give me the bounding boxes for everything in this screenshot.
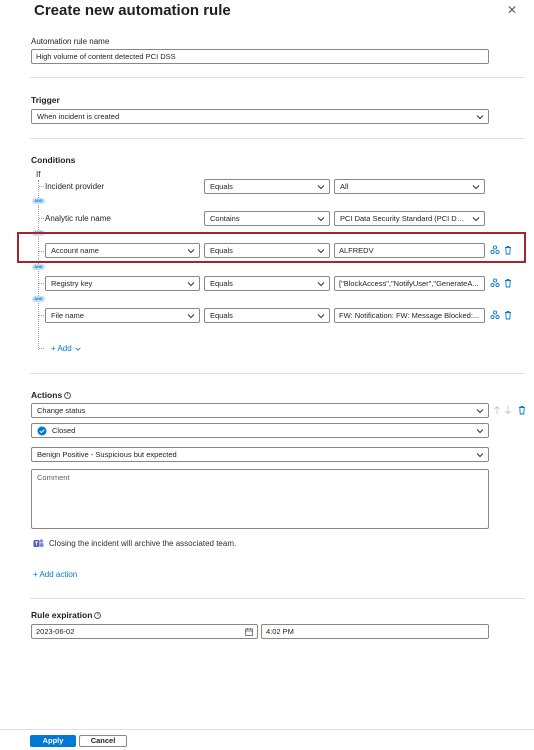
operator-value: Equals: [210, 246, 233, 255]
chevron-down-icon: [472, 217, 480, 222]
panel-title: Create new automation rule: [34, 2, 231, 19]
status-dropdown[interactable]: Closed: [31, 423, 489, 438]
trigger-value: When incident is created: [37, 112, 120, 121]
condition-property-dropdown[interactable]: Account name: [45, 243, 200, 258]
and-badge: AND: [32, 296, 45, 302]
checkmark-circle-icon: [37, 426, 47, 436]
condition-value-input[interactable]: ["BlockAccess","NotifyUser","GenerateA..…: [334, 276, 485, 291]
classification-dropdown[interactable]: Benign Positive - Suspicious but expecte…: [31, 447, 489, 462]
expiration-date-value: 2023-06-02: [36, 627, 75, 636]
move-to-group-icon[interactable]: [490, 278, 500, 288]
chevron-down-icon: [187, 314, 195, 319]
add-action-button[interactable]: + Add action: [33, 570, 77, 579]
chevron-down-icon: [317, 314, 325, 319]
move-to-group-icon[interactable]: [490, 245, 500, 255]
actions-heading-text: Actions: [31, 390, 63, 400]
arrow-up-icon[interactable]: [492, 405, 502, 415]
divider: [30, 598, 525, 599]
delete-icon[interactable]: [517, 405, 527, 415]
divider: [30, 138, 525, 139]
rule-name-input[interactable]: High volume of content detected PCI DSS: [31, 49, 489, 64]
cancel-button[interactable]: Cancel: [79, 735, 127, 747]
classification-value: Benign Positive - Suspicious but expecte…: [37, 450, 177, 459]
chevron-down-icon: [476, 453, 484, 458]
chevron-down-icon: [317, 185, 325, 190]
delete-icon[interactable]: [503, 310, 513, 320]
action-dropdown[interactable]: Change status: [31, 403, 489, 418]
close-icon[interactable]: ✕: [506, 4, 518, 16]
rule-expiration-heading: Rule expiration i: [31, 610, 102, 620]
chevron-down-icon: [187, 282, 195, 287]
conditions-heading: Conditions: [31, 155, 76, 165]
arrow-down-icon[interactable]: [503, 405, 513, 415]
chevron-down-icon: [317, 249, 325, 254]
chevron-down-icon: [476, 429, 484, 434]
delete-icon[interactable]: [503, 245, 513, 255]
info-icon[interactable]: i: [94, 612, 102, 620]
footer-divider: [0, 729, 534, 730]
property-value: Account name: [51, 246, 99, 255]
operator-value: Contains: [210, 214, 240, 223]
condition-value: PCI Data Security Standard (PCI DSS): [340, 214, 470, 223]
operator-value: Equals: [210, 182, 233, 191]
condition-operator-dropdown[interactable]: Equals: [204, 243, 330, 258]
operator-value: Equals: [210, 279, 233, 288]
condition-value-dropdown[interactable]: All: [334, 179, 485, 194]
if-label: If: [36, 170, 41, 179]
condition-property-dropdown[interactable]: Registry key: [45, 276, 200, 291]
condition-property-dropdown[interactable]: File name: [45, 308, 200, 323]
property-value: File name: [51, 311, 84, 320]
condition-value-input[interactable]: ALFREDV: [334, 243, 485, 258]
action-value: Change status: [37, 406, 86, 415]
divider: [30, 77, 525, 78]
chevron-down-icon: [317, 217, 325, 222]
info-icon[interactable]: i: [64, 392, 72, 400]
chevron-down-icon: [476, 115, 484, 120]
condition-operator-dropdown[interactable]: Contains: [204, 211, 330, 226]
move-to-group-icon[interactable]: [490, 310, 500, 320]
teams-icon: [33, 539, 44, 547]
condition-operator-dropdown[interactable]: Equals: [204, 308, 330, 323]
actions-heading: Actions i: [31, 390, 72, 400]
trigger-dropdown[interactable]: When incident is created: [31, 109, 489, 124]
condition-operator-dropdown[interactable]: Equals: [204, 276, 330, 291]
condition-property-analytic-rule-name: Analytic rule name: [45, 214, 111, 223]
add-condition-label: + Add: [51, 344, 72, 353]
condition-value-dropdown[interactable]: PCI Data Security Standard (PCI DSS): [334, 211, 485, 226]
delete-icon[interactable]: [503, 278, 513, 288]
divider: [30, 373, 525, 374]
condition-value-input[interactable]: FW: Notification: FW: Message Blocked:..…: [334, 308, 485, 323]
and-badge: AND: [32, 198, 45, 204]
chevron-down-icon: [317, 282, 325, 287]
expiration-date-input[interactable]: 2023-06-02: [31, 624, 258, 639]
apply-button[interactable]: Apply: [30, 735, 76, 747]
comment-textarea[interactable]: Comment: [31, 469, 489, 529]
chevron-down-icon: [75, 347, 81, 351]
status-value: Closed: [52, 426, 76, 435]
and-badge: AND: [32, 264, 45, 270]
rule-expiration-heading-text: Rule expiration: [31, 610, 93, 620]
condition-operator-dropdown[interactable]: Equals: [204, 179, 330, 194]
operator-value: Equals: [210, 311, 233, 320]
teams-note: Closing the incident will archive the as…: [49, 539, 237, 548]
calendar-icon[interactable]: [244, 627, 254, 637]
condition-property-incident-provider: Incident provider: [45, 182, 105, 191]
expiration-time-input[interactable]: 4:02 PM: [261, 624, 489, 639]
property-value: Registry key: [51, 279, 93, 288]
condition-value: All: [340, 182, 349, 191]
chevron-down-icon: [187, 249, 195, 254]
chevron-down-icon: [476, 409, 484, 414]
chevron-down-icon: [472, 185, 480, 190]
trigger-heading: Trigger: [31, 95, 60, 105]
rule-name-label: Automation rule name: [31, 37, 110, 46]
add-condition-button[interactable]: + Add: [51, 344, 82, 353]
